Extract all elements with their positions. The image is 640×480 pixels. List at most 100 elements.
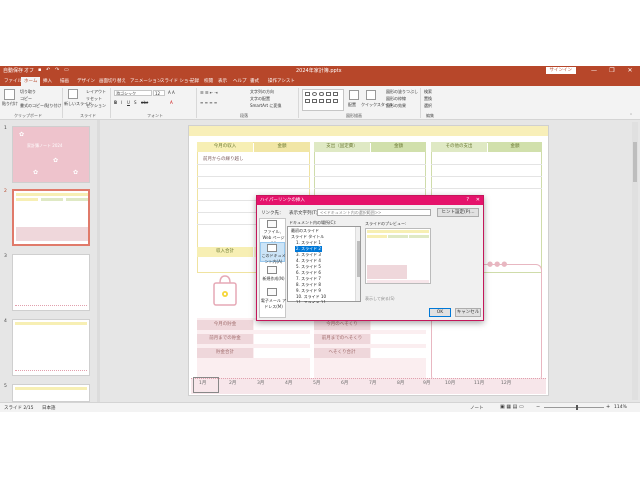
tab-transitions[interactable]: 画面切り替え	[99, 78, 126, 84]
slide-thumbnail-3[interactable]	[12, 254, 90, 311]
replace-button[interactable]: 置換	[424, 96, 432, 102]
month-feb[interactable]: 2月	[229, 380, 236, 386]
oval-shape-icon[interactable]	[312, 92, 317, 96]
restore-button[interactable]: ❐	[606, 66, 618, 76]
bullets-icon[interactable]: ☰ ☰ ⇤ ⇥	[200, 90, 218, 95]
undo-icon[interactable]: ↶	[46, 67, 50, 73]
cancel-button[interactable]: キャンセル	[455, 308, 481, 317]
language-indicator[interactable]: 日本語	[42, 405, 56, 411]
month-nov[interactable]: 11月	[474, 380, 484, 386]
more-shapes-icon[interactable]	[333, 99, 338, 103]
line-shape-icon[interactable]	[305, 99, 310, 103]
zoom-slider-thumb[interactable]	[576, 405, 578, 410]
bold-icon[interactable]: B	[114, 100, 117, 105]
shadow-icon[interactable]: S	[134, 100, 137, 105]
align-icons[interactable]: ≡ ≡ ≡ ≡	[200, 100, 217, 105]
align-text-button[interactable]: 文字の配置	[250, 96, 270, 102]
canvas-scroll-thumb[interactable]	[633, 142, 637, 182]
month-may[interactable]: 5月	[313, 380, 320, 386]
zoom-level[interactable]: 114%	[614, 405, 627, 410]
tell-me-box[interactable]: 操作アシスト	[268, 78, 295, 84]
list-scroll-thumb[interactable]	[357, 241, 360, 277]
slide-list[interactable]: 最初のスライド スライド タイトル 1. スライド 1 2. スライド 2 3.…	[287, 226, 361, 303]
tab-design[interactable]: デザイン	[77, 78, 95, 84]
month-jun[interactable]: 6月	[341, 380, 348, 386]
font-grow-icon[interactable]: A A	[168, 90, 175, 95]
cut-button[interactable]: 切り取り	[20, 89, 36, 95]
star-shape-icon[interactable]	[312, 99, 317, 103]
minimize-button[interactable]: —	[588, 66, 600, 76]
web-page-icon[interactable]	[267, 220, 277, 228]
document-icon[interactable]	[267, 244, 277, 252]
email-icon[interactable]	[267, 288, 277, 296]
arrange-button[interactable]: 配置	[348, 102, 356, 108]
new-slide-icon[interactable]	[68, 89, 78, 99]
tab-view[interactable]: 表示	[218, 78, 227, 84]
underline-icon[interactable]: U	[127, 100, 130, 105]
show-and-return-checkbox[interactable]: 表示して戻る(S)	[365, 296, 395, 302]
layout-button[interactable]: レイアウト	[86, 89, 106, 95]
tab-animations[interactable]: アニメーション	[130, 78, 161, 84]
reset-button[interactable]: リセット	[86, 96, 102, 102]
paste-button[interactable]: 貼り付け	[2, 101, 18, 107]
tab-file[interactable]: ファイル	[4, 78, 22, 84]
smartart-button[interactable]: SmartArt に変換	[250, 103, 281, 109]
redo-icon[interactable]: ↷	[55, 67, 59, 73]
slide-thumbnail-4[interactable]	[12, 319, 90, 376]
save-icon[interactable]: ▪	[38, 67, 41, 73]
autosave-state[interactable]: オフ	[24, 67, 34, 74]
month-apr[interactable]: 4月	[285, 380, 292, 386]
shape-fill-button[interactable]: 図形の塗りつぶし	[386, 89, 418, 95]
tab-draw[interactable]: 描画	[60, 78, 69, 84]
view-normal-icon[interactable]: ▣ ▦ ▤ ▭	[500, 404, 524, 410]
format-painter-button[interactable]: 書式のコピー/貼り付け	[20, 103, 61, 109]
notes-button[interactable]: ノート	[470, 405, 484, 411]
help-icon[interactable]: ?	[466, 197, 469, 203]
callout-shape-icon[interactable]	[326, 99, 331, 103]
copy-button[interactable]: コピー	[20, 96, 32, 102]
slide-thumbnail-2[interactable]	[12, 189, 90, 246]
list-scrollbar[interactable]	[355, 227, 360, 301]
zoom-out-icon[interactable]: −	[536, 404, 540, 410]
arrange-icon[interactable]	[349, 90, 359, 100]
link-email[interactable]: 電子メール アドレス(M)	[260, 298, 287, 310]
tab-help[interactable]: ヘルプ	[233, 78, 247, 84]
select-button[interactable]: 選択	[424, 103, 432, 109]
display-text-input[interactable]: <<ドキュメント内の選択範囲>>	[317, 209, 431, 216]
slide-thumbnail-5[interactable]	[12, 384, 90, 402]
month-mar[interactable]: 3月	[257, 380, 264, 386]
link-new-document[interactable]: 新規作成(N)	[260, 276, 287, 282]
month-jan[interactable]: 1月	[199, 380, 206, 386]
paste-icon[interactable]	[4, 89, 15, 100]
month-dec[interactable]: 12月	[501, 380, 511, 386]
font-color-icon[interactable]: A	[170, 100, 173, 105]
brace-shape-icon[interactable]	[319, 99, 324, 103]
tab-review[interactable]: 校閲	[204, 78, 213, 84]
font-name-select[interactable]: 游ゴシック	[114, 90, 152, 96]
list-item[interactable]: 11. スライド 11	[296, 300, 326, 303]
section-button[interactable]: セクション	[86, 103, 106, 109]
close-window-button[interactable]: ✕	[624, 66, 636, 76]
font-size-select[interactable]: 12	[153, 90, 165, 96]
tab-record[interactable]: 記録	[190, 78, 199, 84]
arrow-shape-icon[interactable]	[333, 92, 338, 96]
close-dialog-button[interactable]: ✕	[476, 197, 480, 203]
zoom-slider[interactable]	[544, 407, 604, 408]
tab-format[interactable]: 書式	[250, 78, 259, 84]
collapse-ribbon-icon[interactable]: ˄	[630, 113, 632, 118]
present-icon[interactable]: ▭	[64, 67, 69, 73]
slide-thumbnail-1[interactable]: 家計簿ノート 2024 ✿ ✿ ✿ ✿	[12, 126, 90, 183]
tab-insert[interactable]: 挿入	[43, 78, 52, 84]
tab-slideshow[interactable]: スライド ショー	[160, 78, 193, 84]
rounded-shape-icon[interactable]	[319, 92, 324, 96]
month-aug[interactable]: 8月	[397, 380, 404, 386]
new-document-icon[interactable]	[267, 266, 277, 274]
screentip-button[interactable]: ヒント設定(P)...	[437, 208, 479, 217]
shape-outline-button[interactable]: 図形の枠線	[386, 96, 406, 102]
canvas-scrollbar[interactable]	[632, 122, 638, 400]
month-jul[interactable]: 7月	[369, 380, 376, 386]
strikethrough-icon[interactable]: abc	[141, 100, 148, 105]
autosave-label[interactable]: 自動保存	[3, 67, 23, 74]
rect-shape-icon[interactable]	[305, 92, 310, 96]
italic-icon[interactable]: I	[121, 100, 122, 105]
